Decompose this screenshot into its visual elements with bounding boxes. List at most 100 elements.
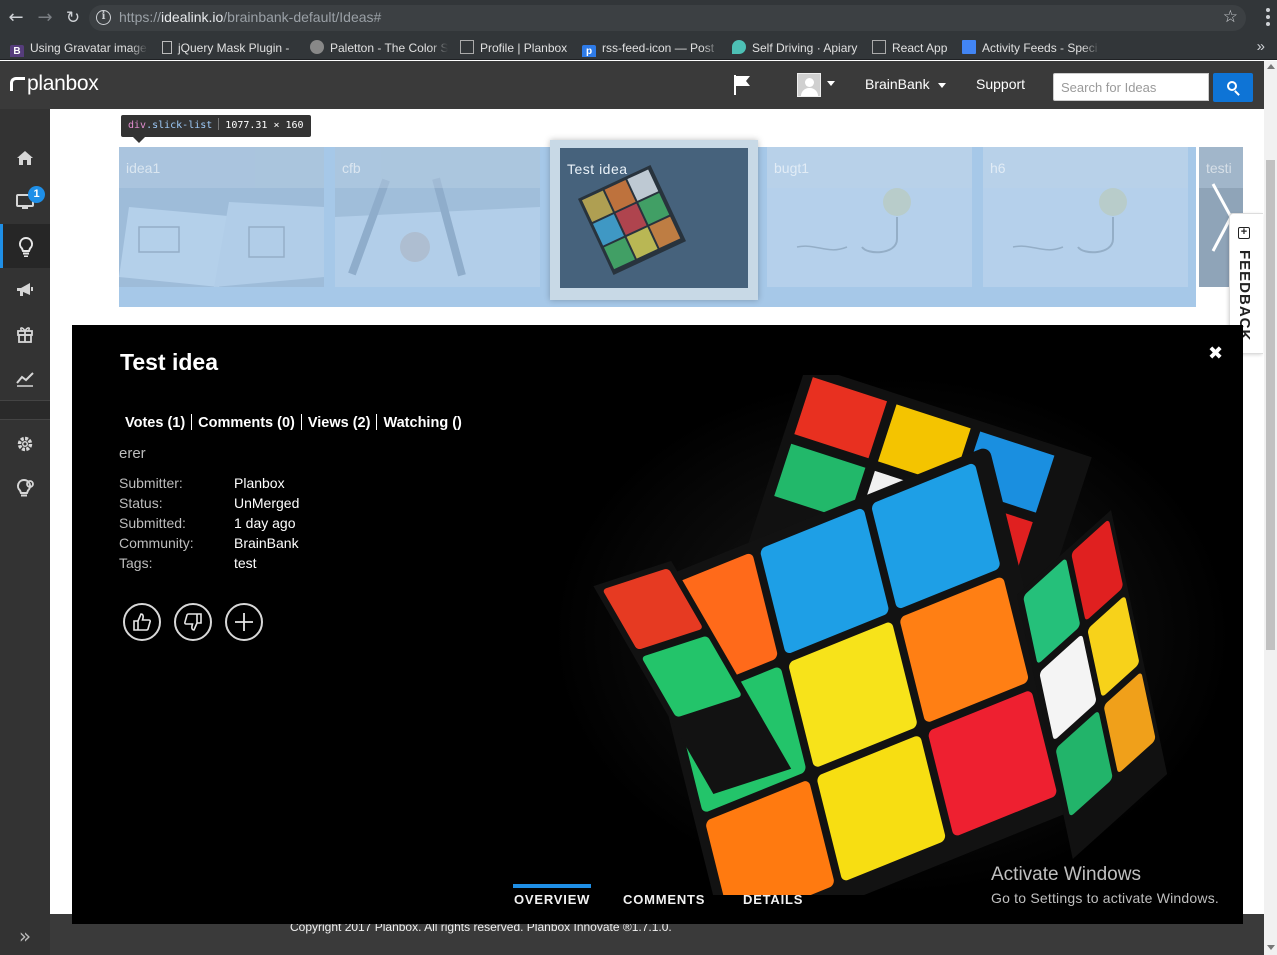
browser-toolbar: ← → ↻ i https://idealink.io/brainbank-de… [0, 0, 1277, 36]
carousel-slide[interactable]: h6 [983, 147, 1188, 287]
scroll-down-arrow-icon[interactable] [1267, 945, 1275, 950]
bookmark-label: Profile | Planbox [480, 41, 568, 55]
bookmark-item[interactable]: jQuery Mask Plugin - [162, 39, 296, 57]
bookmark-label: React App [892, 41, 948, 55]
sidebar-item-idea-settings[interactable] [0, 466, 50, 510]
meta-label: Community: [119, 535, 194, 551]
bookmarks-bar: B Using Gravatar image jQuery Mask Plugin… [0, 36, 1277, 60]
logo-text: planbox [27, 72, 99, 95]
slide-title: h6 [983, 147, 1188, 188]
sidebar-divider [0, 400, 50, 420]
bookmark-item[interactable]: p rss-feed-icon — Post [582, 39, 720, 57]
watching-count[interactable]: Watching () [383, 415, 461, 431]
tab-comments[interactable]: COMMENTS [623, 892, 705, 924]
devtools-tag: div [128, 120, 147, 131]
carousel-slide[interactable]: idea1 [119, 147, 324, 287]
votes-count[interactable]: Votes (1) [125, 415, 185, 431]
bookmark-item[interactable]: Self Driving · Apiary [732, 39, 864, 57]
carousel-slide-active[interactable]: Test idea [560, 148, 748, 288]
sidebar-item-analytics[interactable] [0, 356, 50, 400]
rubiks-cube-image [552, 375, 1232, 895]
scrollbar-thumb[interactable] [1266, 160, 1275, 650]
sidebar-item-campaigns[interactable] [0, 268, 50, 312]
detail-tabs: OVERVIEW COMMENTS DETAILS [72, 884, 1243, 924]
meta-label: Status: [119, 495, 163, 511]
watch-add-button[interactable] [225, 603, 263, 641]
paletton-icon [310, 40, 324, 54]
tab-overview[interactable]: OVERVIEW [512, 884, 592, 924]
meta-value-submitter: Planbox [234, 475, 285, 491]
info-icon[interactable]: i [96, 10, 111, 25]
flag-icon[interactable] [733, 74, 751, 96]
avatar-caret-icon[interactable] [827, 81, 835, 86]
sidebar-item-ideas[interactable] [0, 224, 50, 268]
comments-count[interactable]: Comments (0) [198, 415, 295, 431]
devtools-dimensions: 1077.31 × 160 [225, 120, 304, 131]
close-icon[interactable]: ✖ [1208, 343, 1223, 364]
gear-icon [17, 436, 33, 452]
idea-settings-icon [16, 478, 34, 497]
chevron-down-icon[interactable] [938, 83, 946, 88]
tab-details[interactable]: DETAILS [743, 892, 803, 924]
devtools-class: .slick-list [146, 120, 213, 131]
activate-windows-title: Activate Windows [991, 864, 1141, 885]
reload-icon[interactable]: ↻ [63, 8, 83, 28]
slide-title: idea1 [119, 147, 324, 188]
thumbs-up-icon [133, 613, 151, 631]
search-button[interactable] [1213, 73, 1253, 102]
docs-icon [962, 40, 976, 54]
brainbank-menu[interactable]: BrainBank [865, 76, 930, 92]
bookmark-item[interactable]: B Using Gravatar image [10, 39, 148, 57]
more-bookmarks-icon[interactable]: » [1257, 38, 1265, 55]
expand-sidebar-icon[interactable]: » [0, 917, 50, 955]
support-link[interactable]: Support [976, 76, 1025, 92]
planbox-logo-mark [10, 77, 25, 91]
carousel-slide[interactable]: bugt1 [767, 147, 972, 287]
meta-value-status: UnMerged [234, 495, 300, 511]
sidebar-item-monitor[interactable] [0, 180, 50, 224]
bookmark-label: Self Driving · Apiary [752, 41, 858, 55]
apiary-icon [732, 40, 746, 54]
home-icon [17, 151, 33, 165]
meta-label: Tags: [119, 555, 153, 571]
sidebar-item-rewards[interactable] [0, 312, 50, 356]
vote-down-button[interactable] [174, 603, 212, 641]
carousel-slide[interactable]: cfb [335, 147, 540, 287]
avatar[interactable] [797, 73, 821, 97]
bookmark-item[interactable]: Activity Feeds - Speci [962, 39, 1100, 57]
bookmark-item[interactable]: React App [872, 39, 954, 57]
meta-value-submitted: 1 day ago [234, 515, 296, 531]
meta-label: Submitter: [119, 475, 183, 491]
forward-arrow-icon[interactable]: → [35, 8, 55, 28]
bookmark-item[interactable]: Profile | Planbox [460, 39, 575, 57]
search-input[interactable] [1053, 73, 1209, 101]
bookmark-label: Using Gravatar image [30, 41, 147, 55]
meta-label: Submitted: [119, 515, 186, 531]
bookmark-star-icon[interactable]: ☆ [1223, 7, 1238, 27]
page-icon [162, 41, 172, 54]
url-text[interactable]: https://idealink.io/brainbank-default/Id… [119, 9, 381, 25]
url-path: /brainbank-default/Ideas# [223, 9, 382, 25]
scroll-up-arrow-icon[interactable] [1267, 64, 1275, 69]
url-host: idealink.io [161, 9, 224, 25]
sidebar-item-home[interactable] [0, 136, 50, 180]
views-count[interactable]: Views (2) [308, 415, 371, 431]
browser-menu-icon[interactable] [1266, 8, 1270, 26]
feedback-icon: + [1238, 227, 1250, 239]
planbox-icon [872, 40, 886, 54]
bookmark-label: Activity Feeds - Speci [982, 41, 1098, 55]
notification-badge: 1 [28, 186, 45, 203]
bookmark-label: rss-feed-icon — Post [602, 41, 715, 55]
devtools-tooltip: div.slick-list 1077.31 × 160 [121, 115, 311, 143]
producthunt-icon: p [582, 45, 596, 57]
sidebar-item-settings[interactable] [0, 422, 50, 466]
planbox-icon [460, 40, 474, 54]
address-bar[interactable]: i https://idealink.io/brainbank-default/… [89, 5, 1246, 31]
idea-detail-panel: Test idea ✖ Votes (1) Comments (0) Views (… [72, 325, 1243, 924]
bookmark-item[interactable]: Paletton - The Color S [310, 39, 448, 57]
back-arrow-icon[interactable]: ← [6, 8, 26, 28]
url-prefix: https:// [119, 9, 162, 25]
planbox-logo[interactable]: planbox [10, 72, 99, 96]
vote-up-button[interactable] [123, 603, 161, 641]
meta-value-tags[interactable]: test [234, 555, 257, 571]
